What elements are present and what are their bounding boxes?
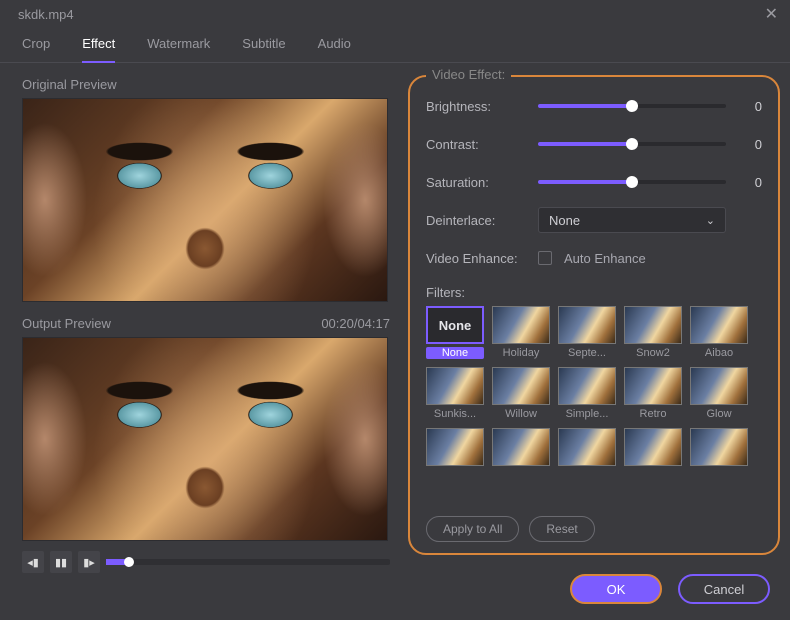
filter-item bbox=[492, 428, 550, 466]
filter-thumb-snow2[interactable] bbox=[624, 306, 682, 344]
filter-thumb-retro[interactable] bbox=[624, 367, 682, 405]
filter-item: None None bbox=[426, 306, 484, 359]
tab-bar: Crop Effect Watermark Subtitle Audio bbox=[0, 28, 790, 63]
window-title: skdk.mp4 bbox=[18, 7, 74, 22]
filter-label: None bbox=[426, 347, 484, 359]
seek-bar[interactable] bbox=[106, 559, 390, 565]
output-preview-label: Output Preview bbox=[22, 316, 111, 331]
filter-label: Glow bbox=[690, 408, 748, 420]
filter-thumb-idx12[interactable] bbox=[558, 428, 616, 466]
filter-thumb-aibao[interactable] bbox=[690, 306, 748, 344]
auto-enhance-label: Auto Enhance bbox=[564, 251, 646, 266]
filter-item bbox=[624, 428, 682, 466]
filter-label: Septe... bbox=[558, 347, 616, 359]
brightness-thumb[interactable] bbox=[626, 100, 638, 112]
filters-label: Filters: bbox=[426, 285, 762, 300]
tab-audio[interactable]: Audio bbox=[318, 28, 351, 62]
saturation-label: Saturation: bbox=[426, 175, 526, 190]
filter-item: Aibao bbox=[690, 306, 748, 359]
tab-subtitle[interactable]: Subtitle bbox=[242, 28, 285, 62]
reset-button[interactable]: Reset bbox=[529, 516, 594, 542]
saturation-slider[interactable] bbox=[538, 180, 726, 184]
filter-item bbox=[690, 428, 748, 466]
deinterlace-value: None bbox=[549, 213, 580, 228]
filter-item: Septe... bbox=[558, 306, 616, 359]
filter-thumb-willow[interactable] bbox=[492, 367, 550, 405]
filter-label: Willow bbox=[492, 408, 550, 420]
tab-crop[interactable]: Crop bbox=[22, 28, 50, 62]
filter-item bbox=[426, 428, 484, 466]
brightness-value: 0 bbox=[738, 99, 762, 114]
timecode: 00:20/04:17 bbox=[321, 316, 390, 331]
filter-label: Holiday bbox=[492, 347, 550, 359]
video-enhance-label: Video Enhance: bbox=[426, 251, 526, 266]
step-forward-button[interactable]: ▮▸ bbox=[78, 551, 100, 573]
filter-label: Retro bbox=[624, 408, 682, 420]
filter-thumb-idx14[interactable] bbox=[690, 428, 748, 466]
seek-thumb[interactable] bbox=[124, 557, 134, 567]
cancel-button[interactable]: Cancel bbox=[678, 574, 770, 604]
video-effect-panel: Video Effect: Brightness: 0 Contrast: 0 … bbox=[408, 75, 780, 555]
filter-label: Aibao bbox=[690, 347, 748, 359]
saturation-fill bbox=[538, 180, 632, 184]
contrast-slider[interactable] bbox=[538, 142, 726, 146]
deinterlace-select[interactable]: None ⌄ bbox=[538, 207, 726, 233]
panel-title: Video Effect: bbox=[426, 67, 511, 82]
filters-area: None None Holiday Septe... Snow2 Aibao Sunkis.… bbox=[426, 306, 762, 506]
tab-effect[interactable]: Effect bbox=[82, 28, 115, 63]
filter-item: Snow2 bbox=[624, 306, 682, 359]
contrast-fill bbox=[538, 142, 632, 146]
original-preview bbox=[22, 98, 388, 302]
filter-thumb-idx11[interactable] bbox=[492, 428, 550, 466]
filter-item bbox=[558, 428, 616, 466]
filter-item: Simple... bbox=[558, 367, 616, 420]
step-back-button[interactable]: ◂▮ bbox=[22, 551, 44, 573]
filter-thumb-sunkis...[interactable] bbox=[426, 367, 484, 405]
apply-to-all-button[interactable]: Apply to All bbox=[426, 516, 519, 542]
filter-thumb-septe...[interactable] bbox=[558, 306, 616, 344]
saturation-value: 0 bbox=[738, 175, 762, 190]
saturation-thumb[interactable] bbox=[626, 176, 638, 188]
contrast-label: Contrast: bbox=[426, 137, 526, 152]
brightness-slider[interactable] bbox=[538, 104, 726, 108]
filter-item: Willow bbox=[492, 367, 550, 420]
deinterlace-label: Deinterlace: bbox=[426, 213, 526, 228]
contrast-thumb[interactable] bbox=[626, 138, 638, 150]
output-preview bbox=[22, 337, 388, 541]
pause-button[interactable]: ▮▮ bbox=[50, 551, 72, 573]
brightness-label: Brightness: bbox=[426, 99, 526, 114]
filter-thumb-idx10[interactable] bbox=[426, 428, 484, 466]
filter-thumb-glow[interactable] bbox=[690, 367, 748, 405]
filter-item: Sunkis... bbox=[426, 367, 484, 420]
auto-enhance-checkbox[interactable] bbox=[538, 251, 552, 265]
filter-label: Simple... bbox=[558, 408, 616, 420]
filter-thumb-none[interactable]: None bbox=[426, 306, 484, 344]
filter-thumb-holiday[interactable] bbox=[492, 306, 550, 344]
brightness-fill bbox=[538, 104, 632, 108]
filter-item: Glow bbox=[690, 367, 748, 420]
filter-thumb-idx13[interactable] bbox=[624, 428, 682, 466]
filter-item: Holiday bbox=[492, 306, 550, 359]
contrast-value: 0 bbox=[738, 137, 762, 152]
close-icon[interactable]: ✕ bbox=[765, 4, 778, 24]
chevron-down-icon: ⌄ bbox=[706, 214, 715, 227]
ok-button[interactable]: OK bbox=[570, 574, 662, 604]
filter-label: Sunkis... bbox=[426, 408, 484, 420]
filter-item: Retro bbox=[624, 367, 682, 420]
original-preview-label: Original Preview bbox=[22, 77, 117, 92]
filter-label: Snow2 bbox=[624, 347, 682, 359]
filter-thumb-simple...[interactable] bbox=[558, 367, 616, 405]
tab-watermark[interactable]: Watermark bbox=[147, 28, 210, 62]
transport-controls: ◂▮ ▮▮ ▮▸ bbox=[22, 549, 390, 575]
